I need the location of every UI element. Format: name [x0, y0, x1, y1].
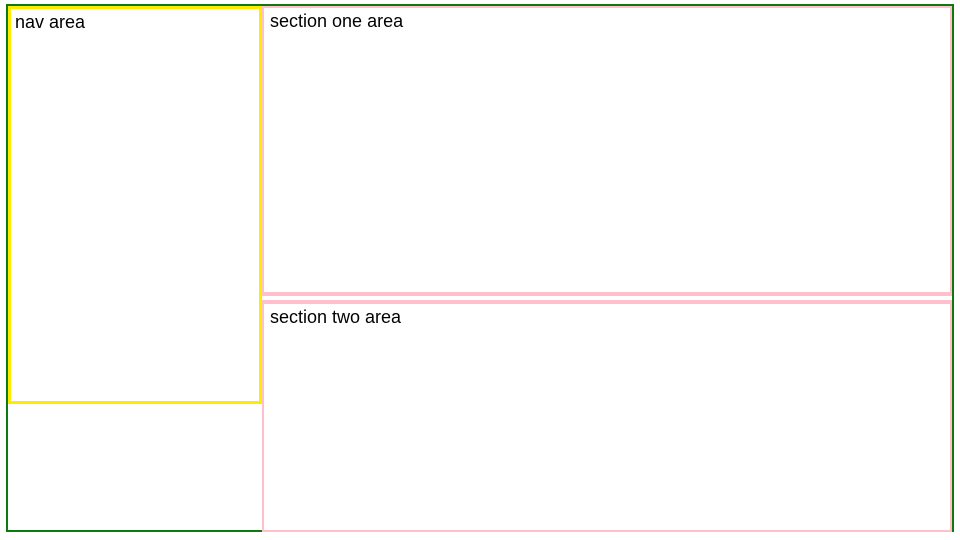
nav-area-label: nav area: [15, 12, 85, 32]
section-two-label: section two area: [270, 307, 401, 327]
nav-area: nav area: [8, 6, 262, 404]
section-one-label: section one area: [270, 11, 403, 31]
main-container: section one area section two area nav ar…: [6, 4, 954, 532]
section-two-area: section two area: [262, 300, 952, 532]
section-one-area: section one area: [262, 6, 952, 296]
